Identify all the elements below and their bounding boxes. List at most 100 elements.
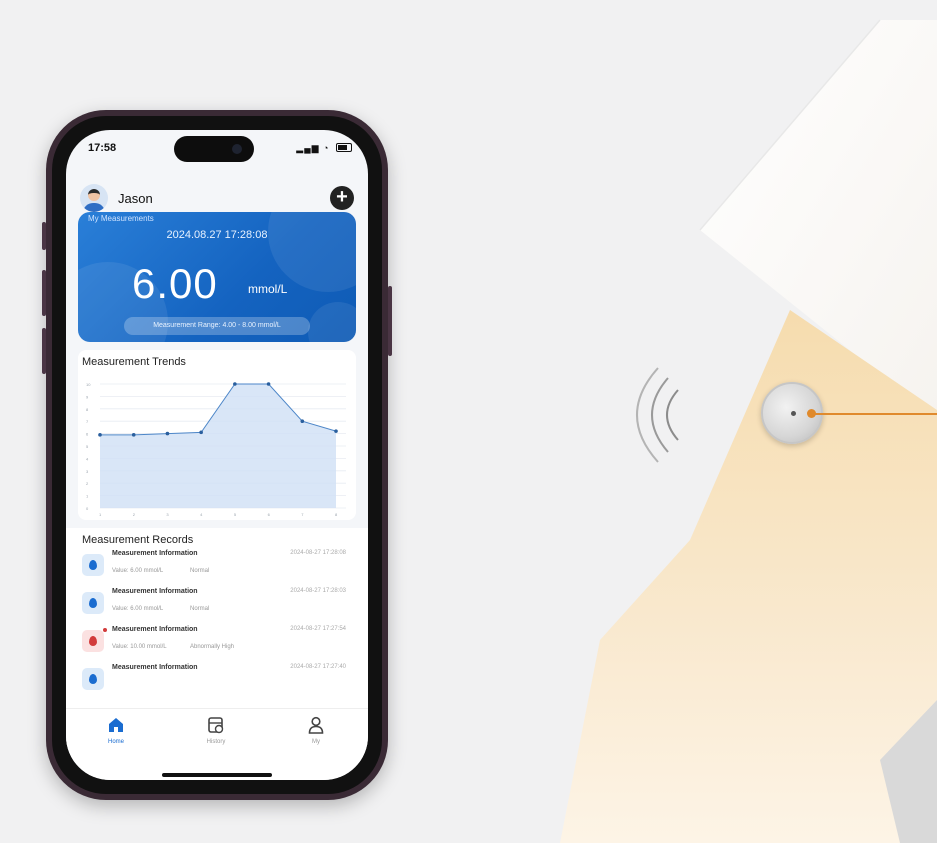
record-name: Measurement Information: [112, 588, 198, 595]
measurement-datetime: 2024.08.27 17:28:08: [166, 229, 268, 241]
records-title: Measurement Records: [82, 534, 194, 546]
trend-title: Measurement Trends: [82, 356, 186, 368]
list-item[interactable]: Measurement Information 2024-08-27 17:28:…: [82, 548, 356, 586]
record-time: 2024-08-27 17:28:08: [290, 550, 346, 556]
history-icon: [208, 717, 224, 734]
measurement-title: My Measurements: [88, 214, 154, 223]
blood-drop-icon: [82, 628, 107, 652]
record-status: Normal: [190, 568, 210, 574]
y-tick-label: 6: [86, 432, 89, 437]
measurement-value: 6.00: [132, 260, 218, 307]
wifi-icon: ◔: [323, 143, 330, 153]
record-status: Abnormally High: [190, 644, 235, 650]
tab-history[interactable]: History: [186, 715, 246, 745]
avatar-body: [83, 203, 105, 212]
list-item[interactable]: Measurement Information 2024-08-27 17:28:…: [82, 586, 356, 624]
user-header: Jason +: [80, 182, 354, 216]
y-tick-label: 9: [86, 394, 89, 399]
drop-shape: [89, 560, 97, 570]
trend-chart: 0 1 2 3 4 5 6 7 8 9 10 1 2 3 4 5 6 7 8: [86, 382, 346, 517]
home-indicator: [162, 773, 272, 777]
tab-home[interactable]: Home: [86, 715, 146, 745]
record-time: 2024-08-27 17:27:54: [290, 626, 346, 632]
x-tick-label: 4: [200, 512, 203, 517]
x-tick-label: 7: [301, 512, 304, 517]
record-time: 2024-08-27 17:28:03: [290, 588, 346, 594]
blood-drop-icon: [82, 592, 104, 614]
data-point: [165, 431, 170, 436]
y-tick-label: 2: [86, 481, 89, 486]
status-bar: 17:58 ▂▄▆ ◔: [66, 130, 368, 174]
blood-drop-icon: [82, 554, 104, 576]
decor-bubble: [308, 302, 356, 342]
record-value: Value: 10.00 mmol/L: [112, 644, 167, 650]
x-tick-label: 1: [99, 512, 102, 517]
measurement-range: Measurement Range: 4.00 - 8.00 mmol/L: [124, 317, 310, 335]
x-tick-label: 6: [268, 512, 271, 517]
sensor-center-dot: [791, 411, 796, 416]
x-tick-label: 2: [133, 512, 136, 517]
drop-shape: [89, 674, 97, 684]
phone-side-button: [42, 222, 46, 250]
y-tick-label: 0: [86, 506, 89, 511]
record-status: Normal: [190, 606, 210, 612]
y-tick-label: 1: [86, 494, 89, 499]
record-name: Measurement Information: [112, 664, 198, 671]
x-tick-label: 8: [335, 512, 338, 517]
data-point: [199, 430, 203, 435]
data-point: [131, 433, 136, 437]
add-button[interactable]: +: [330, 186, 354, 210]
record-name: Measurement Information: [112, 626, 198, 633]
phone-volume-down: [42, 328, 46, 374]
phone-volume-up: [42, 270, 46, 316]
plus-icon: +: [336, 186, 348, 208]
app-screen: 17:58 ▂▄▆ ◔ Jason + My Measurements 2024…: [66, 130, 368, 780]
status-time: 17:58: [88, 142, 117, 154]
drop-shape: [89, 598, 97, 608]
data-point: [233, 382, 237, 386]
y-tick-label: 10: [86, 382, 91, 387]
record-value: Value: 6.00 mmol/L: [112, 568, 164, 574]
list-item[interactable]: Measurement Information 2024-08-27 17:27:…: [82, 662, 356, 700]
records-section: Measurement Records Measurement Informat…: [66, 528, 368, 708]
data-point: [334, 429, 338, 433]
sensor-leader-dot: [807, 409, 816, 418]
battery-icon: [336, 143, 352, 152]
record-time: 2024-08-27 17:27:40: [290, 664, 346, 670]
blood-drop-icon: [82, 668, 104, 690]
y-tick-label: 5: [86, 444, 89, 449]
measurement-unit: mmol/L: [248, 282, 288, 296]
record-value: Value: 6.00 mmol/L: [112, 606, 164, 612]
decor-bubble: [268, 212, 356, 292]
user-name: Jason: [118, 191, 153, 206]
series-area: [100, 384, 336, 508]
home-icon: [109, 718, 123, 732]
list-item[interactable]: Measurement Information 2024-08-27 17:27:…: [82, 624, 356, 662]
y-tick-label: 4: [86, 456, 89, 461]
record-name: Measurement Information: [112, 550, 198, 557]
wireless-signal-icon: [636, 367, 679, 463]
trend-card: Measurement Trends 0 1 2 3 4 5 6 7 8 9 10 1 2 3 4 5 6 7 8: [78, 350, 356, 520]
y-tick-label: 7: [86, 419, 89, 424]
phone-mockup: 17:58 ▂▄▆ ◔ Jason + My Measurements 2024…: [42, 110, 392, 800]
sensor-leader-line: [812, 413, 937, 415]
user-icon: [308, 716, 324, 734]
measurement-card[interactable]: My Measurements 2024.08.27 17:28:08 6.00…: [78, 212, 356, 342]
x-tick-label: 5: [234, 512, 237, 517]
data-point: [300, 419, 305, 423]
avatar[interactable]: [80, 184, 108, 212]
signal-icon: ▂▄▆: [296, 143, 320, 153]
tab-my[interactable]: My: [286, 715, 346, 745]
data-point: [98, 433, 102, 437]
avatar-head: [88, 189, 100, 201]
tab-bar: Home History My: [66, 708, 368, 780]
drop-shape: [89, 636, 97, 646]
y-tick-label: 8: [86, 407, 89, 412]
dynamic-island: [174, 136, 254, 162]
tab-label: Home: [107, 739, 124, 745]
status-indicators: ▂▄▆ ◔: [296, 142, 352, 154]
x-tick-label: 3: [166, 512, 169, 517]
y-tick-label: 3: [86, 469, 89, 474]
phone-power-button: [388, 286, 392, 356]
tab-label: My: [312, 739, 320, 745]
